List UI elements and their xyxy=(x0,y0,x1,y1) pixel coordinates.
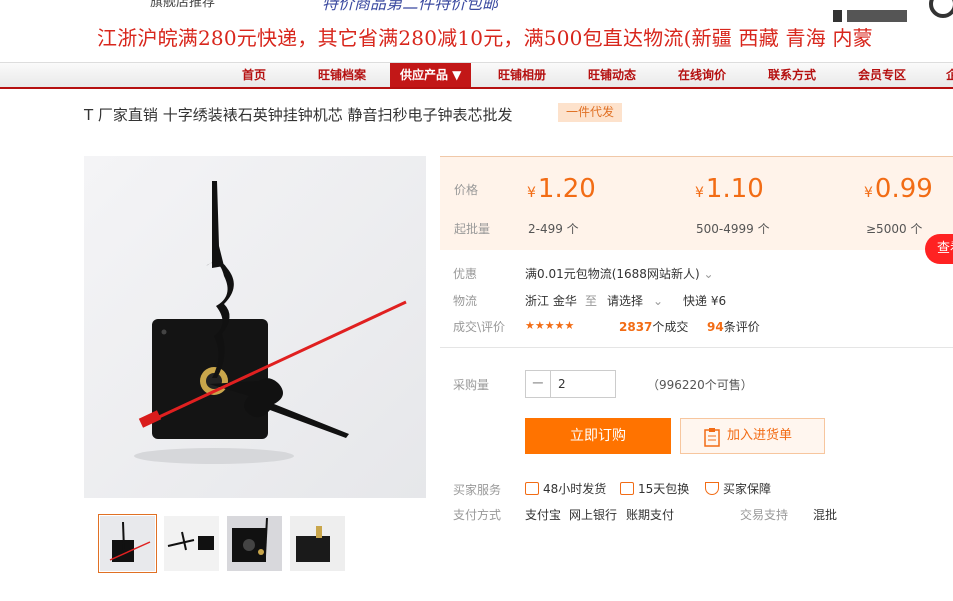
add-to-cart-button[interactable]: 加入进货单 xyxy=(680,418,825,454)
nav-album[interactable]: 旺铺相册 xyxy=(498,63,546,87)
dropship-badge[interactable]: 一件代发 xyxy=(558,103,623,122)
nav-home[interactable]: 首页 xyxy=(242,63,266,87)
tier-3-range: ≥5000 个 xyxy=(866,222,923,236)
trade-support-value: 混批 xyxy=(813,508,838,522)
shield-icon xyxy=(705,482,719,495)
buy-now-button[interactable]: 立即订购 xyxy=(525,418,671,454)
thumbnail-4[interactable] xyxy=(290,516,345,571)
shop-nav-bar: 首页 旺铺档案 供应产品 ▼ 旺铺相册 旺铺动态 在线询价 联系方式 会员专区 … xyxy=(0,62,953,89)
price-panel: 价格 起批量 ¥1.20 ¥1.10 ¥0.99 2-499 个 500-499… xyxy=(440,156,953,250)
services-label: 买家服务 xyxy=(453,483,502,497)
logistics-label: 物流 xyxy=(453,294,478,308)
discount-value[interactable]: 满0.01元包物流(1688网站新人) ⌄ xyxy=(525,265,714,282)
discount-row: 优惠 xyxy=(453,265,477,282)
payment-alipay: 支付宝 xyxy=(525,508,562,522)
service-guarantee[interactable]: 买家保障 xyxy=(705,480,771,497)
qty-minus-button[interactable]: − xyxy=(526,371,551,397)
destination-select[interactable]: 请选择 ⌄ xyxy=(607,292,663,309)
tier-1-price: ¥1.20 xyxy=(527,174,596,204)
payment-label: 支付方式 xyxy=(453,508,502,522)
rating-stars: ★★★★★ xyxy=(525,319,575,332)
banner-top-text: 旗舰店推荐 xyxy=(150,0,216,10)
chevron-down-icon: ⌄ xyxy=(653,294,664,308)
trade-support-label: 交易支持 xyxy=(740,508,789,522)
payment-bank: 网上银行 xyxy=(569,508,618,522)
deals-count[interactable]: 2837个成交 xyxy=(619,318,688,335)
nav-more[interactable]: 企 xyxy=(946,63,953,87)
thumbnail-1[interactable] xyxy=(98,514,157,573)
truck-icon xyxy=(525,482,539,495)
logistics-origin: 浙江 金华 xyxy=(525,294,577,308)
logistics-to: 至 xyxy=(585,294,598,308)
thumbnail-2[interactable] xyxy=(164,516,219,571)
shipping-fee: 快递 ¥6 xyxy=(683,294,727,308)
payment-credit: 账期支付 xyxy=(626,508,675,522)
moq-label: 起批量 xyxy=(454,222,491,236)
nav-profile[interactable]: 旺铺档案 xyxy=(318,63,366,87)
nav-members[interactable]: 会员专区 xyxy=(858,63,906,87)
qr-logo-icon xyxy=(833,0,953,22)
banner-top-text-2: 特价商品第二件特价包邮 xyxy=(322,0,499,13)
price-label: 价格 xyxy=(454,183,479,197)
divider xyxy=(440,347,953,348)
service-48h[interactable]: 48小时发货 xyxy=(525,480,606,497)
nav-inquiry[interactable]: 在线询价 xyxy=(678,63,726,87)
clipboard-icon xyxy=(704,428,720,447)
product-title: T 厂家直销 十字绣装裱石英钟挂钟机芯 静音扫秒电子钟表芯批发 xyxy=(84,106,513,124)
tier-3-price: ¥0.99 xyxy=(864,174,933,204)
available-count: （996220个可售） xyxy=(647,378,753,392)
nav-news[interactable]: 旺铺动态 xyxy=(588,63,636,87)
deals-label: 成交\评价 xyxy=(453,320,506,334)
tier-1-range: 2-499 个 xyxy=(528,222,579,236)
add-to-cart-label: 加入进货单 xyxy=(727,428,793,443)
qty-label: 采购量 xyxy=(453,378,490,392)
chevron-down-icon: ⌄ xyxy=(699,267,714,281)
product-main-image[interactable] xyxy=(84,156,426,498)
calendar-icon xyxy=(620,482,634,495)
side-search-tab[interactable]: 查看 xyxy=(925,234,953,264)
thumbnail-3[interactable] xyxy=(227,516,282,571)
tier-2-range: 500-4999 个 xyxy=(696,222,770,236)
clock-movement-image xyxy=(134,181,407,464)
nav-contact[interactable]: 联系方式 xyxy=(768,63,816,87)
nav-products[interactable]: 供应产品 ▼ xyxy=(390,63,472,87)
qty-input[interactable]: 2 xyxy=(558,371,566,397)
tier-2-price: ¥1.10 xyxy=(695,174,764,204)
review-count[interactable]: 94条评价 xyxy=(707,318,760,335)
shop-banner: 旗舰店推荐 特价商品第二件特价包邮 江浙沪皖满280元快递，其它省满280减10… xyxy=(0,0,953,62)
quantity-stepper[interactable]: − 2 xyxy=(525,370,616,398)
shipping-promo-text: 江浙沪皖满280元快递，其它省满280减10元，满500包直达物流(新疆 西藏 … xyxy=(97,26,873,50)
service-15day[interactable]: 15天包换 xyxy=(620,480,689,497)
discount-label: 优惠 xyxy=(453,267,478,281)
